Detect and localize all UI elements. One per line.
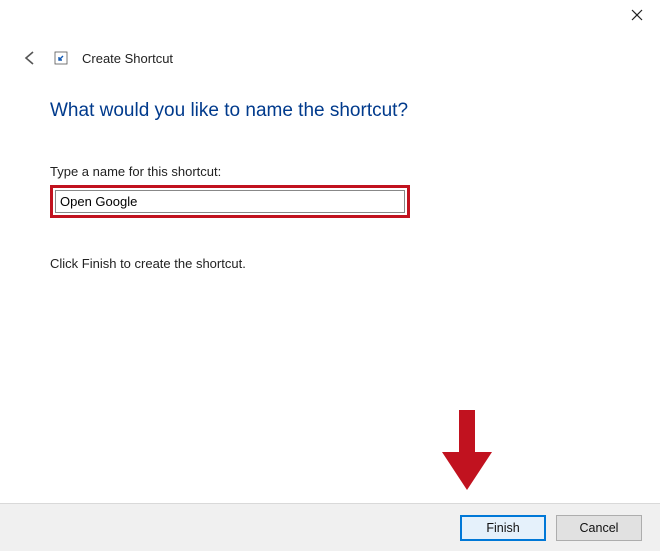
annotation-arrow	[442, 410, 492, 490]
wizard-body: What would you like to name the shortcut…	[50, 100, 620, 271]
cancel-button[interactable]: Cancel	[556, 515, 642, 541]
wizard-hint: Click Finish to create the shortcut.	[50, 256, 620, 271]
close-icon	[631, 9, 643, 21]
wizard-footer: Finish Cancel	[0, 503, 660, 551]
wizard-title: Create Shortcut	[82, 51, 173, 66]
shortcut-icon	[54, 51, 68, 65]
back-button[interactable]	[20, 48, 40, 68]
wizard-header: Create Shortcut	[20, 48, 173, 68]
shortcut-name-highlight	[50, 185, 410, 218]
close-button[interactable]	[614, 0, 660, 30]
shortcut-name-input[interactable]	[55, 190, 405, 213]
arrow-left-icon	[22, 50, 38, 66]
shortcut-name-label: Type a name for this shortcut:	[50, 164, 620, 179]
titlebar	[0, 0, 660, 30]
wizard-heading: What would you like to name the shortcut…	[50, 100, 620, 122]
finish-button[interactable]: Finish	[460, 515, 546, 541]
